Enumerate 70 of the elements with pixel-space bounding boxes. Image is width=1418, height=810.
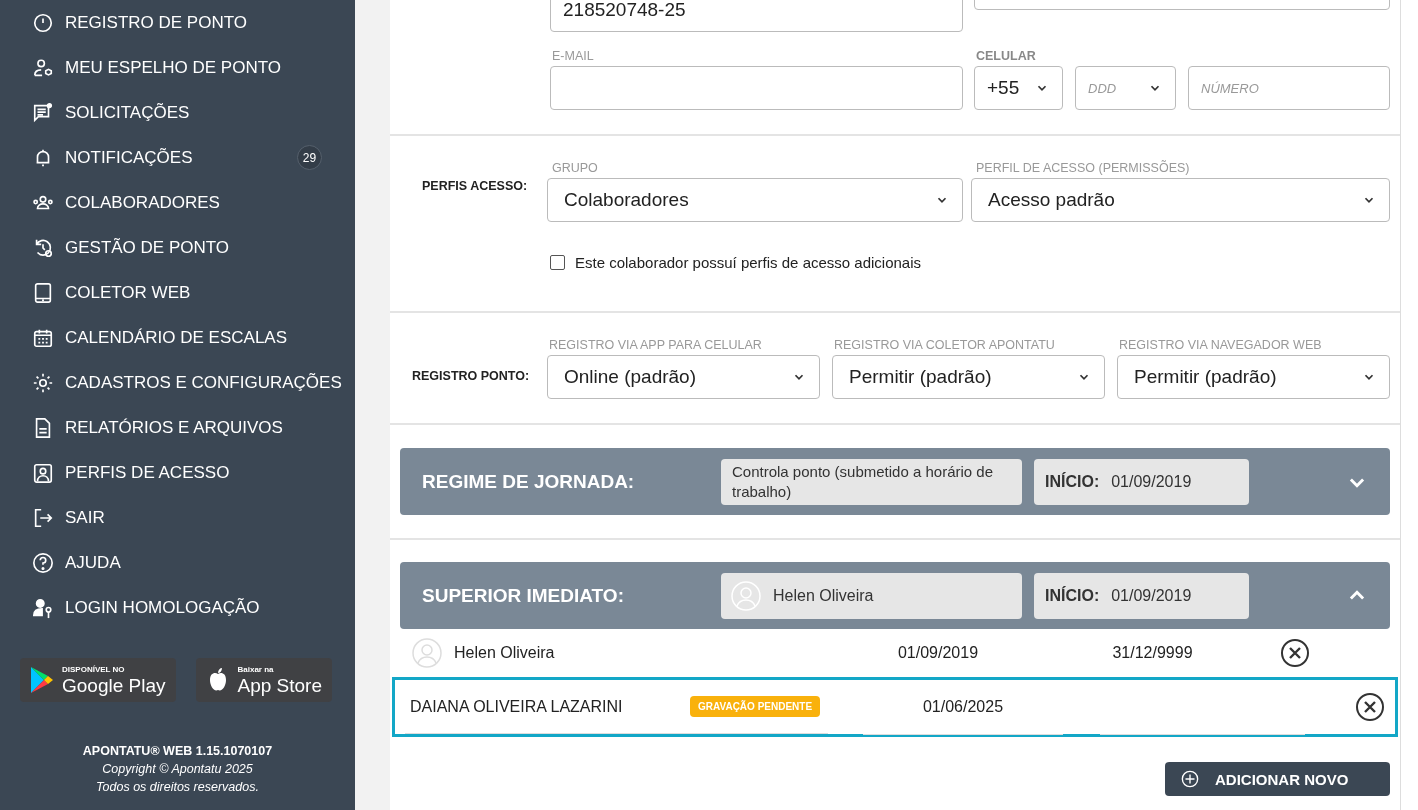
group-select[interactable]: Colaboradores bbox=[547, 178, 963, 222]
rights-text: Todos os direitos reservados. bbox=[95, 779, 260, 796]
avatar-icon bbox=[731, 580, 761, 611]
user-key-icon bbox=[32, 596, 54, 619]
field-label: REGISTRO VIA NAVEGADOR WEB bbox=[1118, 337, 1323, 354]
email-field[interactable] bbox=[550, 66, 963, 110]
selected-row[interactable]: DAIANA OLIVEIRA LAZARINI GRAVAÇÃO PENDENTE 01/06/2025 bbox=[392, 677, 1398, 737]
sidebar-item[interactable]: NOTIFICAÇÕES 29 bbox=[0, 135, 355, 180]
sidebar-item[interactable]: RELATÓRIOS E ARQUIVOS bbox=[0, 405, 355, 450]
user-cube-icon bbox=[32, 56, 54, 79]
help-icon bbox=[32, 551, 54, 574]
version-text: APONTATU® WEB 1.15.1070107 bbox=[81, 743, 274, 760]
remove-icon[interactable] bbox=[1280, 638, 1310, 668]
sidebar-item[interactable]: SOLICITAÇÕES bbox=[0, 90, 355, 135]
supervisor-box: Helen Oliveira bbox=[721, 572, 1022, 619]
field-label: GRUPO bbox=[551, 160, 599, 177]
registration-select[interactable]: Online (padrão) bbox=[547, 355, 820, 399]
supervisor-panel[interactable]: SUPERIOR IMEDIATO: Helen Oliveira INÍCIO: 01/09/2019 bbox=[400, 562, 1390, 629]
start-date-box: INÍCIO: 01/09/2019 bbox=[1034, 572, 1249, 619]
registration-select[interactable]: Permitir (padrão) bbox=[832, 355, 1105, 399]
clock-icon bbox=[32, 11, 54, 34]
panel-title: REGIME DE JORNADA: bbox=[422, 470, 636, 493]
app-store-badge[interactable]: Baixar na App Store bbox=[195, 658, 332, 702]
sidebar-item[interactable]: REGISTRO DE PONTO bbox=[0, 0, 355, 45]
google-play-badge[interactable]: DISPONÍVEL NO Google Play bbox=[20, 658, 176, 702]
exit-icon bbox=[32, 506, 54, 529]
notification-count: 29 bbox=[297, 145, 322, 170]
table-row[interactable]: Helen Oliveira 01/09/2019 31/12/9999 bbox=[392, 629, 1398, 677]
sidebar-item[interactable]: LOGIN HOMOLOGAÇÃO bbox=[0, 585, 355, 630]
regime-value: Controla ponto (submetido a horário de trabalho) bbox=[721, 458, 1022, 505]
table-cell: Helen Oliveira bbox=[454, 644, 555, 662]
copyright-text: Copyright © Apontatu 2025 bbox=[101, 761, 254, 778]
plus-icon bbox=[1181, 770, 1199, 788]
work-regime-panel[interactable]: REGIME DE JORNADA: Controla ponto (submetido a horário de trabalho) INÍCIO: 01/09/2019 bbox=[400, 448, 1390, 515]
status-badge: GRAVAÇÃO PENDENTE bbox=[690, 696, 821, 717]
table-cell: 01/06/2025 bbox=[922, 697, 1004, 716]
play-triangle-icon bbox=[30, 666, 54, 694]
sidebar-item[interactable]: AJUDA bbox=[0, 540, 355, 585]
sidebar-item[interactable]: SAIR bbox=[0, 495, 355, 540]
id-badge-icon bbox=[32, 461, 54, 484]
tablet-icon bbox=[32, 281, 54, 304]
country-code-select[interactable]: +55 bbox=[974, 66, 1063, 110]
field-label: REGISTRO VIA COLETOR APONTATU bbox=[833, 337, 1056, 354]
remove-icon[interactable] bbox=[1355, 692, 1385, 722]
start-date-box: INÍCIO: 01/09/2019 bbox=[1034, 458, 1249, 505]
sidebar-item[interactable]: MEU ESPELHO DE PONTO bbox=[0, 45, 355, 90]
registration-select[interactable]: Permitir (padrão) bbox=[1117, 355, 1390, 399]
sidebar-item[interactable]: COLETOR WEB bbox=[0, 270, 355, 315]
add-new-button[interactable]: ADICIONAR NOVO bbox=[1165, 762, 1390, 796]
document-field[interactable]: 218520748-25 bbox=[550, 0, 963, 32]
table-cell: 31/12/9999 bbox=[1112, 644, 1193, 661]
panel-title: SUPERIOR IMEDIATO: bbox=[422, 584, 625, 607]
chat-list-icon bbox=[32, 101, 54, 124]
section-label: PERFIS ACESSO: bbox=[422, 179, 528, 193]
field-label: REGISTRO VIA APP PARA CELULAR bbox=[548, 337, 763, 354]
sidebar-item[interactable]: CALENDÁRIO DE ESCALAS bbox=[0, 315, 355, 360]
table-cell: 01/09/2019 bbox=[897, 644, 979, 661]
phone-number-field[interactable]: NÚMERO bbox=[1188, 66, 1390, 110]
access-profile-select[interactable]: Acesso padrão bbox=[971, 178, 1390, 222]
sidebar-item[interactable]: CADASTROS E CONFIGURAÇÕES bbox=[0, 360, 355, 405]
checkbox[interactable] bbox=[550, 255, 565, 270]
field-label: PERFIL DE ACESSO (PERMISSÕES) bbox=[975, 159, 1191, 177]
sidebar-item[interactable]: COLABORADORES bbox=[0, 180, 355, 225]
section-label: REGISTRO PONTO: bbox=[412, 369, 530, 383]
field-label: CELULAR bbox=[975, 48, 1037, 65]
checkbox-label: Este colaborador possuí perfis de acesso adicionais bbox=[575, 254, 922, 271]
sidebar-item[interactable]: GESTÃO DE PONTO bbox=[0, 225, 355, 270]
sidebar-item[interactable]: PERFIS DE ACESSO bbox=[0, 450, 355, 495]
field-label: E-MAIL bbox=[551, 48, 595, 65]
table-cell-text: DAIANA OLIVEIRA LAZARINI bbox=[409, 697, 624, 716]
